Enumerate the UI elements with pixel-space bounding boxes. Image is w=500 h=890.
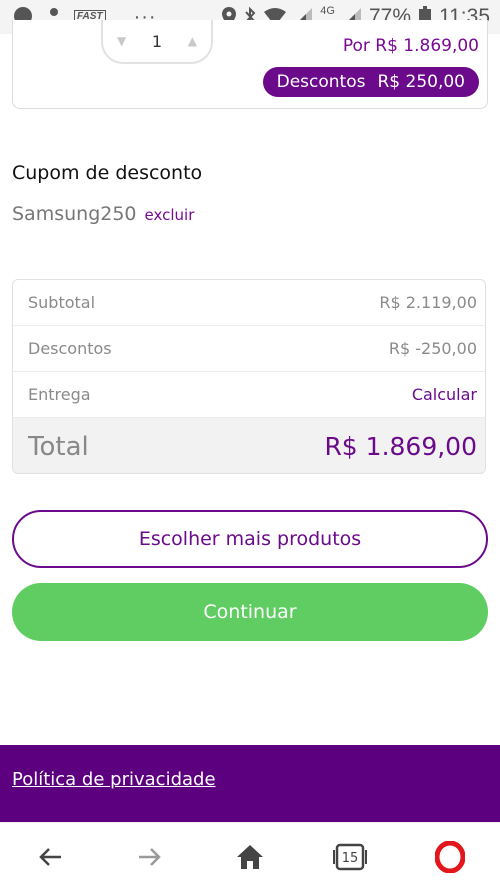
coupon-line: Samsung250 excluir	[12, 203, 194, 225]
increase-icon[interactable]: ▲	[188, 34, 197, 48]
quantity-value: 1	[151, 31, 163, 51]
quantity-stepper[interactable]: ▼ 1 ▲	[101, 20, 213, 64]
total-value: R$ 1.869,00	[324, 432, 477, 461]
order-summary: Subtotal R$ 2.119,00 Descontos R$ -250,0…	[12, 279, 486, 474]
subtotal-value: R$ 2.119,00	[379, 293, 477, 312]
delivery-label: Entrega	[28, 385, 91, 404]
product-card: ▼ 1 ▲ Por R$ 1.869,00 Descontos R$ 250,0…	[12, 20, 488, 109]
tabs-icon: 15	[333, 843, 367, 870]
total-label: Total	[28, 431, 89, 462]
discount-badge-value: R$ 250,00	[377, 72, 465, 92]
calculate-delivery-link[interactable]: Calcular	[412, 385, 477, 404]
home-button[interactable]	[220, 832, 280, 882]
arrow-left-icon	[39, 847, 61, 866]
coupon-remove-link[interactable]: excluir	[145, 206, 195, 224]
discounts-row: Descontos R$ -250,00	[13, 326, 485, 372]
product-price: Por R$ 1.869,00	[342, 36, 479, 56]
total-row: Total R$ 1.869,00	[13, 418, 485, 473]
discount-badge-label: Descontos	[276, 72, 366, 92]
continue-button[interactable]: Continuar	[12, 583, 488, 641]
network-type: 4G	[320, 5, 335, 17]
tabs-count: 15	[342, 851, 359, 866]
back-button[interactable]	[20, 832, 80, 882]
choose-more-products-button[interactable]: Escolher mais produtos	[12, 510, 488, 568]
tabs-button[interactable]: 15	[320, 832, 380, 882]
decrease-icon[interactable]: ▼	[117, 34, 126, 48]
privacy-policy-link[interactable]: Política de privacidade	[12, 769, 216, 790]
subtotal-row: Subtotal R$ 2.119,00	[13, 280, 485, 326]
opera-menu-button[interactable]	[420, 832, 480, 882]
subtotal-label: Subtotal	[28, 293, 96, 312]
forward-button[interactable]	[120, 832, 180, 882]
home-icon	[237, 844, 263, 869]
site-footer: Política de privacidade	[0, 745, 500, 822]
discounts-label: Descontos	[28, 339, 112, 358]
coupon-code: Samsung250	[12, 203, 137, 225]
coupon-title: Cupom de desconto	[12, 162, 203, 184]
discounts-value: R$ -250,00	[388, 339, 477, 358]
browser-nav-bar: 15	[0, 822, 500, 890]
arrow-right-icon	[139, 847, 161, 866]
discount-badge: Descontos R$ 250,00	[262, 67, 479, 97]
opera-logo-icon	[435, 840, 465, 873]
delivery-row: Entrega Calcular	[13, 372, 485, 418]
